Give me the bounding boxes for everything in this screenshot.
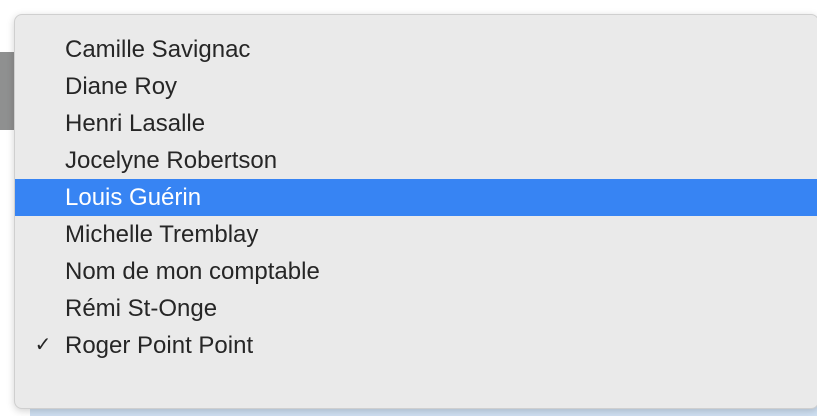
- menu-item-label: Jocelyne Robertson: [65, 147, 278, 174]
- menu-item-louis-guerin[interactable]: Louis Guérin: [15, 179, 817, 216]
- menu-item-jocelyne-robertson[interactable]: Jocelyne Robertson: [15, 142, 817, 179]
- menu-item-diane-roy[interactable]: Diane Roy: [15, 68, 817, 105]
- menu-item-label: Michelle Tremblay: [65, 221, 259, 248]
- menu-item-nom-de-mon-comptable[interactable]: Nom de mon comptable: [15, 253, 817, 290]
- menu-item-label: Roger Point Point: [65, 332, 254, 359]
- menu-item-camille-savignac[interactable]: Camille Savignac: [15, 31, 817, 68]
- menu-item-label: Henri Lasalle: [65, 110, 206, 137]
- menu-item-label: Louis Guérin: [65, 184, 202, 211]
- menu-item-michelle-tremblay[interactable]: Michelle Tremblay: [15, 216, 817, 253]
- menu-item-henri-lasalle[interactable]: Henri Lasalle: [15, 105, 817, 142]
- menu-item-label: Rémi St-Onge: [65, 295, 218, 322]
- underlying-control-edge: [0, 52, 14, 130]
- menu-item-remi-st-onge[interactable]: Rémi St-Onge: [15, 290, 817, 327]
- screen: Camille Savignac Diane Roy Henri Lasalle…: [0, 0, 817, 416]
- menu-item-label: Nom de mon comptable: [65, 258, 320, 285]
- checkmark-icon: ✓: [34, 334, 52, 356]
- menu-item-label: Camille Savignac: [65, 36, 251, 63]
- dropdown-menu: Camille Savignac Diane Roy Henri Lasalle…: [14, 14, 817, 409]
- menu-item-label: Diane Roy: [65, 73, 178, 100]
- menu-item-roger-point-point[interactable]: ✓ Roger Point Point: [15, 327, 817, 364]
